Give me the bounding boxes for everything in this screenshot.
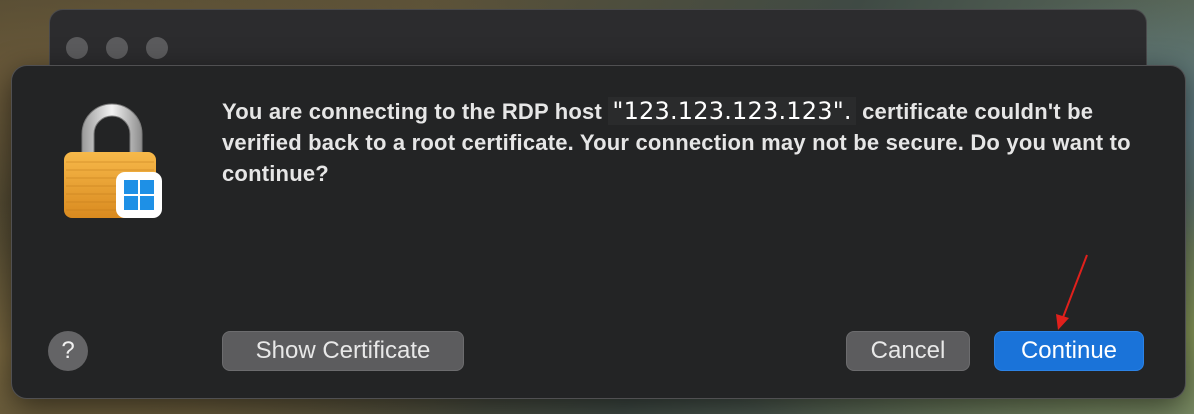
continue-button[interactable]: Continue — [994, 331, 1144, 371]
cancel-button[interactable]: Cancel — [846, 331, 970, 371]
padlock-windows-icon — [64, 103, 162, 218]
rdp-host-address: "123.123.123.123". — [608, 97, 856, 125]
show-certificate-button[interactable]: Show Certificate — [222, 331, 464, 371]
window-minimize-dot[interactable] — [106, 37, 128, 59]
dialog-message: You are connecting to the RDP host "123.… — [222, 96, 1152, 189]
help-button[interactable]: ? — [48, 331, 88, 371]
certificate-warning-dialog: You are connecting to the RDP host "123.… — [11, 65, 1186, 399]
window-zoom-dot[interactable] — [146, 37, 168, 59]
message-text-start: You are connecting to the RDP host — [222, 99, 609, 124]
window-close-dot[interactable] — [66, 37, 88, 59]
